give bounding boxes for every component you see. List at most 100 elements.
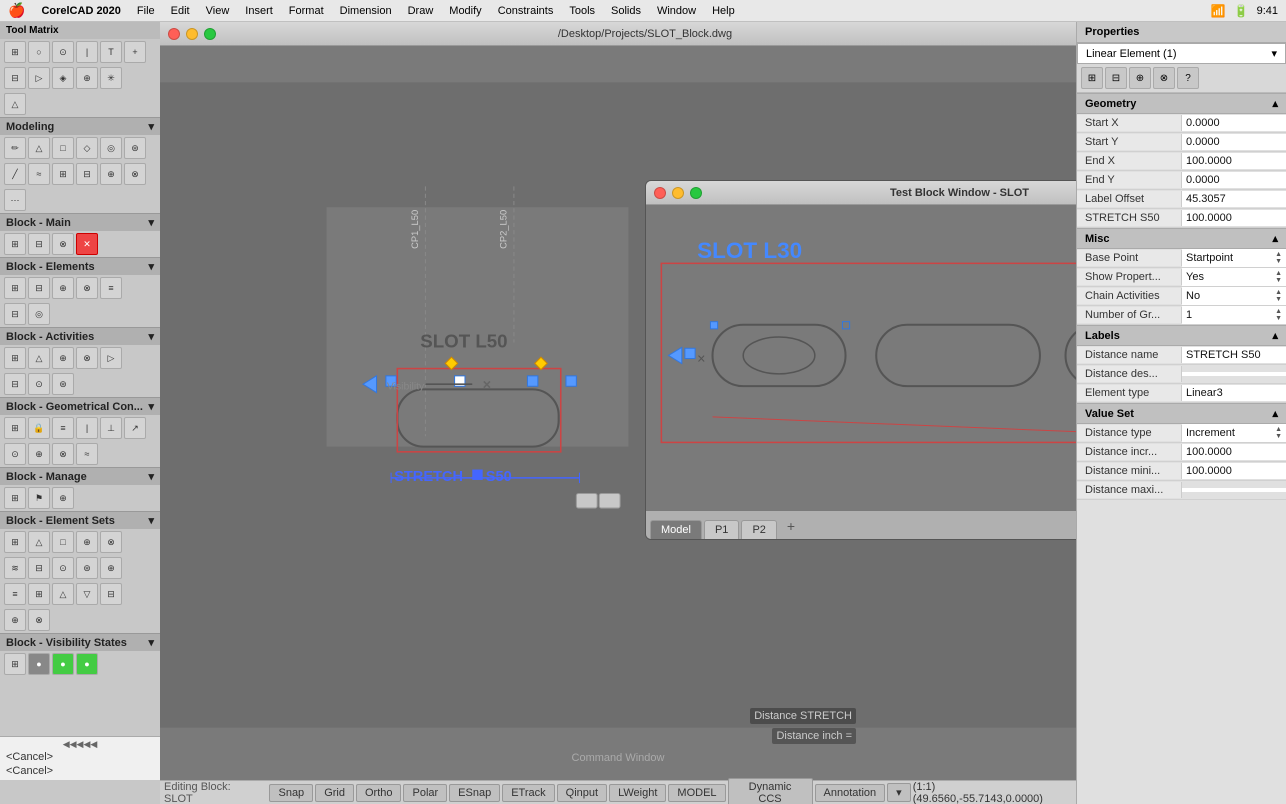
tool-btn[interactable]: + <box>124 41 146 63</box>
snap-button[interactable]: Snap <box>269 784 313 802</box>
tool-btn[interactable]: ⊞ <box>4 347 26 369</box>
prop-value-number-of-groups[interactable]: 1 ▲▼ <box>1182 306 1286 324</box>
icon-btn-1[interactable]: ⊞ <box>1081 67 1103 89</box>
section-block-elements[interactable]: Block - Elements ▾ <box>0 257 160 275</box>
tool-btn[interactable]: ● <box>52 653 74 675</box>
tool-btn[interactable]: ⊞ <box>52 163 74 185</box>
tool-btn[interactable]: ⊕ <box>52 347 74 369</box>
prop-value-distance-minimum[interactable]: 100.0000 <box>1182 463 1286 479</box>
annotation-dropdown[interactable]: Annotation ▾ <box>815 783 911 802</box>
tool-btn[interactable]: ⊟ <box>4 67 26 89</box>
tool-btn[interactable]: ○ <box>28 41 50 63</box>
tool-btn[interactable]: ⊥ <box>100 417 122 439</box>
tool-btn[interactable]: ● <box>76 653 98 675</box>
icon-btn-4[interactable]: ⊗ <box>1153 67 1175 89</box>
section-block-visibility[interactable]: Block - Visibility States ▾ <box>0 633 160 651</box>
tool-btn[interactable]: ⊛ <box>76 557 98 579</box>
section-modeling[interactable]: Modeling ▾ <box>0 117 160 135</box>
tool-btn[interactable]: ◎ <box>28 303 50 325</box>
tool-btn[interactable]: ⊗ <box>100 531 122 553</box>
tool-btn[interactable]: □ <box>52 531 74 553</box>
qinput-button[interactable]: Qinput <box>557 784 607 802</box>
tool-btn[interactable]: ⊕ <box>76 67 98 89</box>
tool-btn[interactable]: ⊗ <box>76 277 98 299</box>
section-misc[interactable]: Misc ▴ <box>1077 228 1286 249</box>
etrack-button[interactable]: ETrack <box>502 784 554 802</box>
prop-value-distance-name[interactable]: STRETCH S50 <box>1182 347 1286 363</box>
tool-btn[interactable]: ✳ <box>100 67 122 89</box>
section-block-element-sets[interactable]: Block - Element Sets ▾ <box>0 511 160 529</box>
icon-btn-2[interactable]: ⊟ <box>1105 67 1127 89</box>
tool-btn[interactable]: ⊟ <box>28 277 50 299</box>
tool-btn[interactable]: | <box>76 41 98 63</box>
menu-view[interactable]: View <box>206 5 230 17</box>
menu-solids[interactable]: Solids <box>611 5 641 17</box>
prop-value-end-x[interactable]: 100.0000 <box>1182 153 1286 169</box>
tool-btn[interactable]: ⊟ <box>28 233 50 255</box>
tab-model[interactable]: Model <box>650 520 702 539</box>
tool-btn[interactable]: ⊗ <box>52 233 74 255</box>
maximize-button[interactable] <box>204 28 216 40</box>
prop-value-end-y[interactable]: 0.0000 <box>1182 172 1286 188</box>
tool-btn[interactable]: ⊞ <box>28 583 50 605</box>
prop-value-distance-type[interactable]: Increment ▲▼ <box>1182 424 1286 442</box>
test-block-maximize[interactable] <box>690 187 702 199</box>
prop-value-distance-increment[interactable]: 100.0000 <box>1182 444 1286 460</box>
prop-value-base-point[interactable]: Startpoint ▲▼ <box>1182 249 1286 267</box>
prop-value-element-type[interactable]: Linear3 <box>1182 385 1286 401</box>
tool-btn[interactable]: ⚑ <box>28 487 50 509</box>
tool-btn[interactable]: △ <box>4 93 26 115</box>
annotation-arrow[interactable]: ▾ <box>887 783 911 802</box>
tool-btn[interactable]: ▷ <box>100 347 122 369</box>
tool-btn[interactable]: ⊕ <box>100 163 122 185</box>
tool-btn[interactable]: ⊟ <box>100 583 122 605</box>
tool-btn[interactable]: ⊙ <box>52 557 74 579</box>
tool-btn[interactable]: ⊟ <box>28 557 50 579</box>
tool-btn[interactable]: ⊕ <box>4 609 26 631</box>
tool-btn[interactable]: △ <box>28 137 50 159</box>
grid-button[interactable]: Grid <box>315 784 354 802</box>
properties-dropdown[interactable]: Linear Element (1) ▾ <box>1077 43 1286 64</box>
tool-btn[interactable]: ≡ <box>4 583 26 605</box>
tool-btn[interactable]: ● <box>28 653 50 675</box>
tool-btn[interactable]: ⊕ <box>52 277 74 299</box>
tool-btn[interactable]: ⊗ <box>76 347 98 369</box>
tool-btn[interactable]: ≡ <box>100 277 122 299</box>
tool-btn[interactable]: ⊛ <box>124 137 146 159</box>
prop-value-start-x[interactable]: 0.0000 <box>1182 115 1286 131</box>
prop-value-show-properties[interactable]: Yes ▲▼ <box>1182 268 1286 286</box>
tool-btn[interactable]: ⊞ <box>4 41 26 63</box>
tool-btn[interactable]: ⊞ <box>4 277 26 299</box>
polar-button[interactable]: Polar <box>403 784 447 802</box>
section-block-main[interactable]: Block - Main ▾ <box>0 213 160 231</box>
minimize-button[interactable] <box>186 28 198 40</box>
tool-btn[interactable]: ◎ <box>100 137 122 159</box>
tool-btn[interactable]: ⊗ <box>28 609 50 631</box>
tool-btn[interactable]: ⋯ <box>4 189 26 211</box>
tool-btn[interactable]: ◇ <box>76 137 98 159</box>
prop-value-label-offset[interactable]: 45.3057 <box>1182 191 1286 207</box>
tool-btn[interactable]: △ <box>28 347 50 369</box>
tool-btn[interactable]: ⊙ <box>28 373 50 395</box>
ortho-button[interactable]: Ortho <box>356 784 402 802</box>
tool-btn[interactable]: ⊗ <box>52 443 74 465</box>
menu-constraints[interactable]: Constraints <box>498 5 554 17</box>
prop-value-start-y[interactable]: 0.0000 <box>1182 134 1286 150</box>
prop-value-chain-activities[interactable]: No ▲▼ <box>1182 287 1286 305</box>
tool-btn[interactable]: ⊟ <box>4 373 26 395</box>
esnap-button[interactable]: ESnap <box>449 784 500 802</box>
tool-btn[interactable]: ⊛ <box>52 373 74 395</box>
tool-btn[interactable]: ⊙ <box>4 443 26 465</box>
tool-btn[interactable]: ⊟ <box>76 163 98 185</box>
tab-p1[interactable]: P1 <box>704 520 739 539</box>
tool-btn[interactable]: ⊞ <box>4 417 26 439</box>
menu-help[interactable]: Help <box>712 5 735 17</box>
tool-btn[interactable]: ⊞ <box>4 233 26 255</box>
tool-btn[interactable]: ⊞ <box>4 487 26 509</box>
tool-btn[interactable]: ≋ <box>4 557 26 579</box>
close-button[interactable] <box>168 28 180 40</box>
tool-btn[interactable]: ⊕ <box>52 487 74 509</box>
tool-btn[interactable]: ⊕ <box>28 443 50 465</box>
lweight-button[interactable]: LWeight <box>609 784 666 802</box>
section-block-manage[interactable]: Block - Manage ▾ <box>0 467 160 485</box>
